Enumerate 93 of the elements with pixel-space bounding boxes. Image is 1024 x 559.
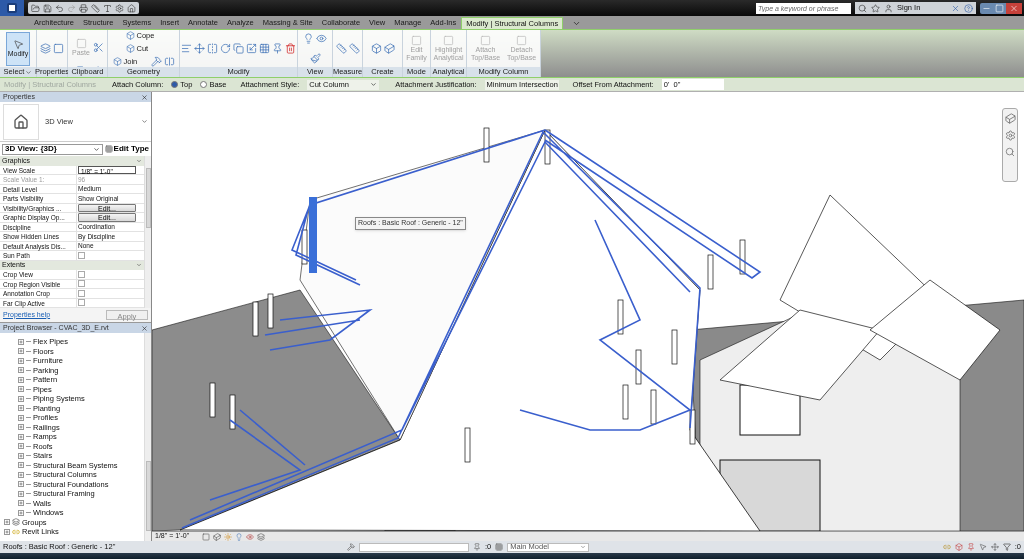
delete-icon[interactable] (285, 43, 296, 54)
expand-icon[interactable] (18, 376, 24, 383)
scrollbar[interactable] (144, 156, 151, 308)
drag-icon[interactable] (990, 543, 999, 551)
expand-icon[interactable] (18, 462, 24, 469)
instance-selector[interactable]: 3D View: {3D} (2, 143, 103, 155)
expand-icon[interactable] (18, 405, 24, 412)
expand-icon[interactable] (18, 443, 24, 450)
square-icon (443, 35, 454, 46)
scale-icon[interactable] (246, 43, 257, 54)
close-icon[interactable] (141, 324, 148, 332)
split-icon[interactable] (163, 56, 175, 67)
expand-icon[interactable] (18, 471, 24, 478)
caret-icon (580, 544, 587, 550)
dimension-icon[interactable] (348, 43, 360, 54)
lightbulb-icon[interactable] (303, 33, 314, 45)
scrollbar[interactable] (144, 333, 151, 541)
cube-icon (112, 57, 122, 66)
expand-icon[interactable] (18, 500, 24, 507)
zoom-icon[interactable] (1005, 147, 1015, 157)
cube-icon (125, 31, 135, 40)
close-icon[interactable] (141, 93, 148, 101)
open-icon[interactable] (31, 3, 40, 13)
panel-options-icon[interactable] (572, 19, 582, 28)
maximize-icon[interactable] (993, 3, 1006, 13)
square-icon (411, 35, 422, 46)
expand-icon[interactable] (18, 424, 24, 431)
expand-icon[interactable] (4, 519, 10, 526)
square-icon (516, 35, 527, 46)
app-logo-icon[interactable] (0, 0, 24, 16)
expand-icon[interactable] (18, 452, 24, 459)
caret-icon (370, 81, 378, 88)
expand-icon[interactable] (18, 395, 24, 402)
house-icon (13, 113, 29, 130)
expand-icon[interactable] (18, 348, 24, 355)
rotate-icon[interactable] (220, 43, 231, 54)
expand-icon[interactable] (4, 528, 10, 535)
expand-icon[interactable] (18, 414, 24, 421)
groups-icon (12, 518, 20, 527)
checkbox[interactable] (78, 280, 85, 288)
edit-type-button[interactable]: Edit Type (104, 143, 149, 155)
dropdown-icon[interactable] (25, 68, 33, 76)
expand-icon[interactable] (18, 338, 24, 345)
select-pinned-icon[interactable] (966, 543, 975, 551)
help-icon[interactable] (964, 3, 973, 13)
brush-icon[interactable] (309, 52, 321, 64)
checkbox[interactable] (78, 270, 85, 278)
home-icon[interactable] (127, 3, 136, 13)
array-icon[interactable] (259, 43, 270, 54)
text-icon[interactable] (103, 3, 112, 13)
cube-icon (125, 44, 135, 53)
align-icon[interactable] (181, 43, 192, 54)
sun-icon[interactable] (224, 532, 232, 541)
save-icon[interactable] (43, 3, 52, 13)
search-icon[interactable] (858, 3, 867, 13)
hide-icon[interactable] (246, 532, 254, 541)
undo-icon[interactable] (55, 3, 64, 13)
square-icon (75, 37, 87, 49)
copy-icon[interactable] (233, 43, 244, 54)
collapse-icon[interactable] (136, 157, 142, 164)
print-icon[interactable] (79, 3, 88, 13)
close-icon[interactable] (1009, 3, 1019, 13)
expand-icon[interactable] (18, 490, 24, 497)
expand-icon[interactable] (18, 509, 24, 516)
caret-icon (92, 145, 100, 153)
pointer-icon (12, 39, 24, 50)
cut-icon[interactable] (92, 41, 104, 53)
expand-icon[interactable] (18, 433, 24, 440)
checkbox[interactable] (78, 299, 85, 307)
square-icon (480, 35, 491, 46)
pin-icon[interactable] (272, 43, 283, 54)
expand-icon[interactable] (18, 367, 24, 374)
move-icon[interactable] (194, 43, 205, 54)
expand-icon[interactable] (18, 386, 24, 393)
settings-icon[interactable] (115, 3, 124, 13)
workset-dropdown[interactable] (359, 542, 469, 552)
collapse-icon[interactable] (136, 262, 142, 269)
expand-icon[interactable] (18, 481, 24, 488)
ruler-icon[interactable] (335, 43, 347, 54)
hammer-icon[interactable] (150, 56, 162, 67)
user-icon[interactable] (884, 3, 893, 13)
checkbox[interactable] (78, 251, 85, 259)
dropdown-icon[interactable] (141, 118, 148, 125)
select-links-icon[interactable] (942, 543, 951, 551)
expand-icon[interactable] (18, 357, 24, 364)
checkbox[interactable] (78, 289, 85, 297)
filter-icon[interactable] (1002, 543, 1011, 551)
view-cube-icon[interactable] (1004, 113, 1016, 124)
measure-icon[interactable] (91, 3, 100, 13)
star-icon[interactable] (871, 3, 880, 13)
eye-icon[interactable] (316, 33, 327, 45)
mirror-icon[interactable] (207, 43, 218, 54)
link-icon (12, 527, 20, 536)
